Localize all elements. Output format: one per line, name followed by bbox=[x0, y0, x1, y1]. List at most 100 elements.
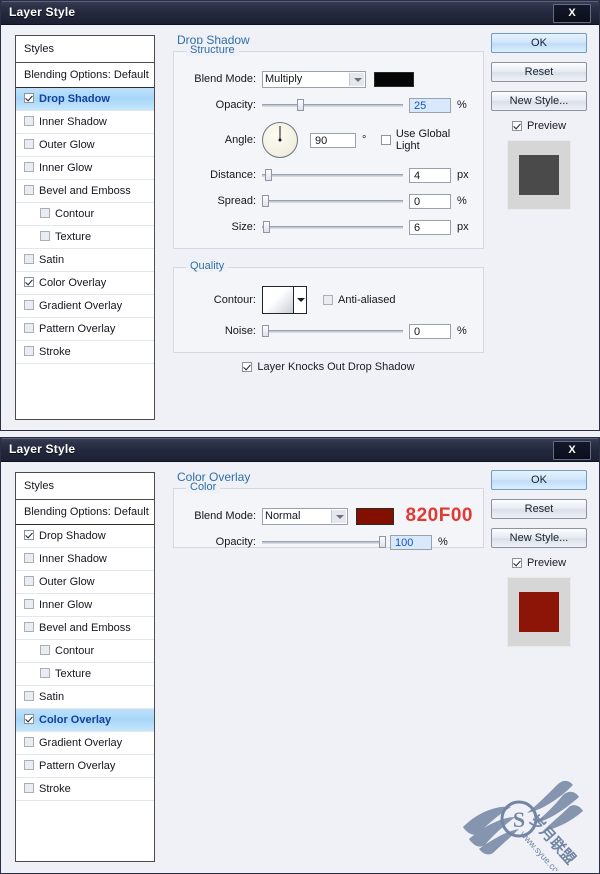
checkbox-icon[interactable] bbox=[24, 139, 34, 149]
spread-input[interactable]: 0 bbox=[409, 193, 451, 209]
checkbox-icon[interactable] bbox=[24, 599, 34, 609]
checkbox-icon[interactable] bbox=[24, 622, 34, 632]
checkbox-icon[interactable] bbox=[24, 277, 34, 287]
pane-title: Color Overlay bbox=[177, 470, 251, 484]
slider-thumb[interactable] bbox=[263, 221, 271, 233]
style-list-item[interactable]: Texture bbox=[16, 226, 154, 249]
slider-thumb[interactable] bbox=[262, 195, 269, 207]
opacity-slider[interactable] bbox=[262, 98, 403, 112]
anti-aliased-checkbox[interactable]: Anti-aliased bbox=[323, 294, 395, 306]
contour-thumbnail[interactable] bbox=[262, 286, 294, 314]
overlay-color-swatch[interactable] bbox=[355, 507, 394, 525]
checkbox-icon[interactable] bbox=[40, 645, 50, 655]
checkbox-icon[interactable] bbox=[40, 231, 50, 241]
layer-knockout-checkbox[interactable]: Layer Knocks Out Drop Shadow bbox=[173, 361, 484, 373]
style-list-item[interactable]: Color Overlay bbox=[16, 709, 154, 732]
checkbox-icon[interactable] bbox=[24, 714, 34, 724]
chevron-down-icon[interactable] bbox=[294, 286, 307, 314]
checkbox-icon[interactable] bbox=[40, 668, 50, 678]
style-list-item[interactable]: Inner Glow bbox=[16, 594, 154, 617]
style-list-item[interactable]: Gradient Overlay bbox=[16, 732, 154, 755]
spread-slider[interactable] bbox=[262, 194, 403, 208]
slider-thumb[interactable] bbox=[297, 99, 305, 111]
slider-thumb[interactable] bbox=[379, 536, 387, 548]
style-list-item[interactable]: Outer Glow bbox=[16, 134, 154, 157]
ok-button[interactable]: OK bbox=[491, 33, 587, 53]
style-list-item-label: Drop Shadow bbox=[39, 530, 106, 542]
checkbox-icon[interactable] bbox=[24, 93, 34, 103]
reset-button[interactable]: Reset bbox=[491, 62, 587, 82]
blend-mode-select[interactable]: Normal bbox=[262, 507, 348, 525]
style-list-item[interactable]: Inner Glow bbox=[16, 157, 154, 180]
checkbox-icon[interactable] bbox=[24, 576, 34, 586]
style-list-item[interactable]: Bevel and Emboss bbox=[16, 617, 154, 640]
style-list-item[interactable]: Drop Shadow bbox=[16, 525, 154, 548]
checkbox-icon[interactable] bbox=[24, 783, 34, 793]
style-list-item[interactable]: Drop Shadow bbox=[16, 88, 154, 111]
shadow-color-swatch[interactable] bbox=[374, 71, 414, 87]
checkbox-icon[interactable] bbox=[24, 760, 34, 770]
slider-thumb[interactable] bbox=[264, 169, 272, 181]
style-list-item[interactable]: Contour bbox=[16, 203, 154, 226]
opacity-slider[interactable] bbox=[262, 535, 387, 549]
noise-slider[interactable] bbox=[262, 324, 403, 338]
angle-input[interactable]: 90 bbox=[310, 132, 356, 148]
new-style-button[interactable]: New Style... bbox=[491, 528, 587, 548]
size-slider[interactable] bbox=[262, 220, 403, 234]
new-style-button[interactable]: New Style... bbox=[491, 91, 587, 111]
style-list-item[interactable]: Inner Shadow bbox=[16, 111, 154, 134]
angle-label: Angle: bbox=[224, 134, 256, 146]
reset-button[interactable]: Reset bbox=[491, 499, 587, 519]
checkbox-icon[interactable] bbox=[24, 530, 34, 540]
distance-input[interactable]: 4 bbox=[409, 167, 451, 183]
checkbox-icon[interactable] bbox=[40, 208, 50, 218]
angle-dial[interactable] bbox=[262, 122, 298, 158]
opacity-unit: % bbox=[438, 536, 448, 548]
size-input[interactable]: 6 bbox=[409, 219, 451, 235]
checkbox-icon[interactable] bbox=[24, 737, 34, 747]
ok-button[interactable]: OK bbox=[491, 470, 587, 490]
style-list-item[interactable]: Pattern Overlay bbox=[16, 755, 154, 778]
slider-thumb[interactable] bbox=[262, 325, 269, 337]
angle-row: Angle: 90 ° Use Global Light bbox=[184, 120, 473, 160]
style-list-item[interactable]: Outer Glow bbox=[16, 571, 154, 594]
checkbox-icon[interactable] bbox=[24, 185, 34, 195]
blending-options-item[interactable]: Blending Options: Default bbox=[16, 63, 154, 88]
contour-picker[interactable] bbox=[262, 286, 307, 314]
checkbox-icon[interactable] bbox=[24, 116, 34, 126]
style-list-item[interactable]: Gradient Overlay bbox=[16, 295, 154, 318]
checkbox-icon[interactable] bbox=[24, 162, 34, 172]
style-list-item-label: Bevel and Emboss bbox=[39, 185, 131, 197]
style-list-item[interactable]: Satin bbox=[16, 686, 154, 709]
blend-mode-select[interactable]: Multiply bbox=[262, 70, 366, 88]
style-list-item[interactable]: Inner Shadow bbox=[16, 548, 154, 571]
checkbox-icon[interactable] bbox=[24, 323, 34, 333]
style-list-item[interactable]: Texture bbox=[16, 663, 154, 686]
style-list-item[interactable]: Contour bbox=[16, 640, 154, 663]
opacity-input[interactable]: 100 bbox=[390, 534, 432, 550]
style-list-item[interactable]: Bevel and Emboss bbox=[16, 180, 154, 203]
style-list-item[interactable]: Pattern Overlay bbox=[16, 318, 154, 341]
checkbox-icon[interactable] bbox=[24, 300, 34, 310]
close-icon[interactable]: X bbox=[553, 441, 591, 460]
opacity-unit: % bbox=[457, 99, 467, 111]
checkbox-icon[interactable] bbox=[24, 346, 34, 356]
checkbox-icon[interactable] bbox=[24, 254, 34, 264]
style-list-item[interactable]: Color Overlay bbox=[16, 272, 154, 295]
preview-checkbox[interactable]: Preview bbox=[491, 120, 587, 132]
noise-input[interactable]: 0 bbox=[409, 323, 451, 339]
style-list-item-label: Stroke bbox=[39, 783, 71, 795]
use-global-light-checkbox[interactable]: Use Global Light bbox=[381, 128, 473, 152]
style-list-item[interactable]: Stroke bbox=[16, 341, 154, 364]
style-list-item[interactable]: Satin bbox=[16, 249, 154, 272]
distance-slider[interactable] bbox=[262, 168, 403, 182]
style-effects-list: Drop Shadow Inner Shadow Outer Glow Inner G… bbox=[16, 88, 154, 364]
close-icon[interactable]: X bbox=[553, 4, 591, 23]
window-title: Layer Style bbox=[9, 442, 76, 456]
blending-options-item[interactable]: Blending Options: Default bbox=[16, 500, 154, 525]
checkbox-icon[interactable] bbox=[24, 553, 34, 563]
opacity-input[interactable]: 25 bbox=[409, 97, 451, 113]
checkbox-icon[interactable] bbox=[24, 691, 34, 701]
preview-checkbox[interactable]: Preview bbox=[491, 557, 587, 569]
style-list-item[interactable]: Stroke bbox=[16, 778, 154, 801]
